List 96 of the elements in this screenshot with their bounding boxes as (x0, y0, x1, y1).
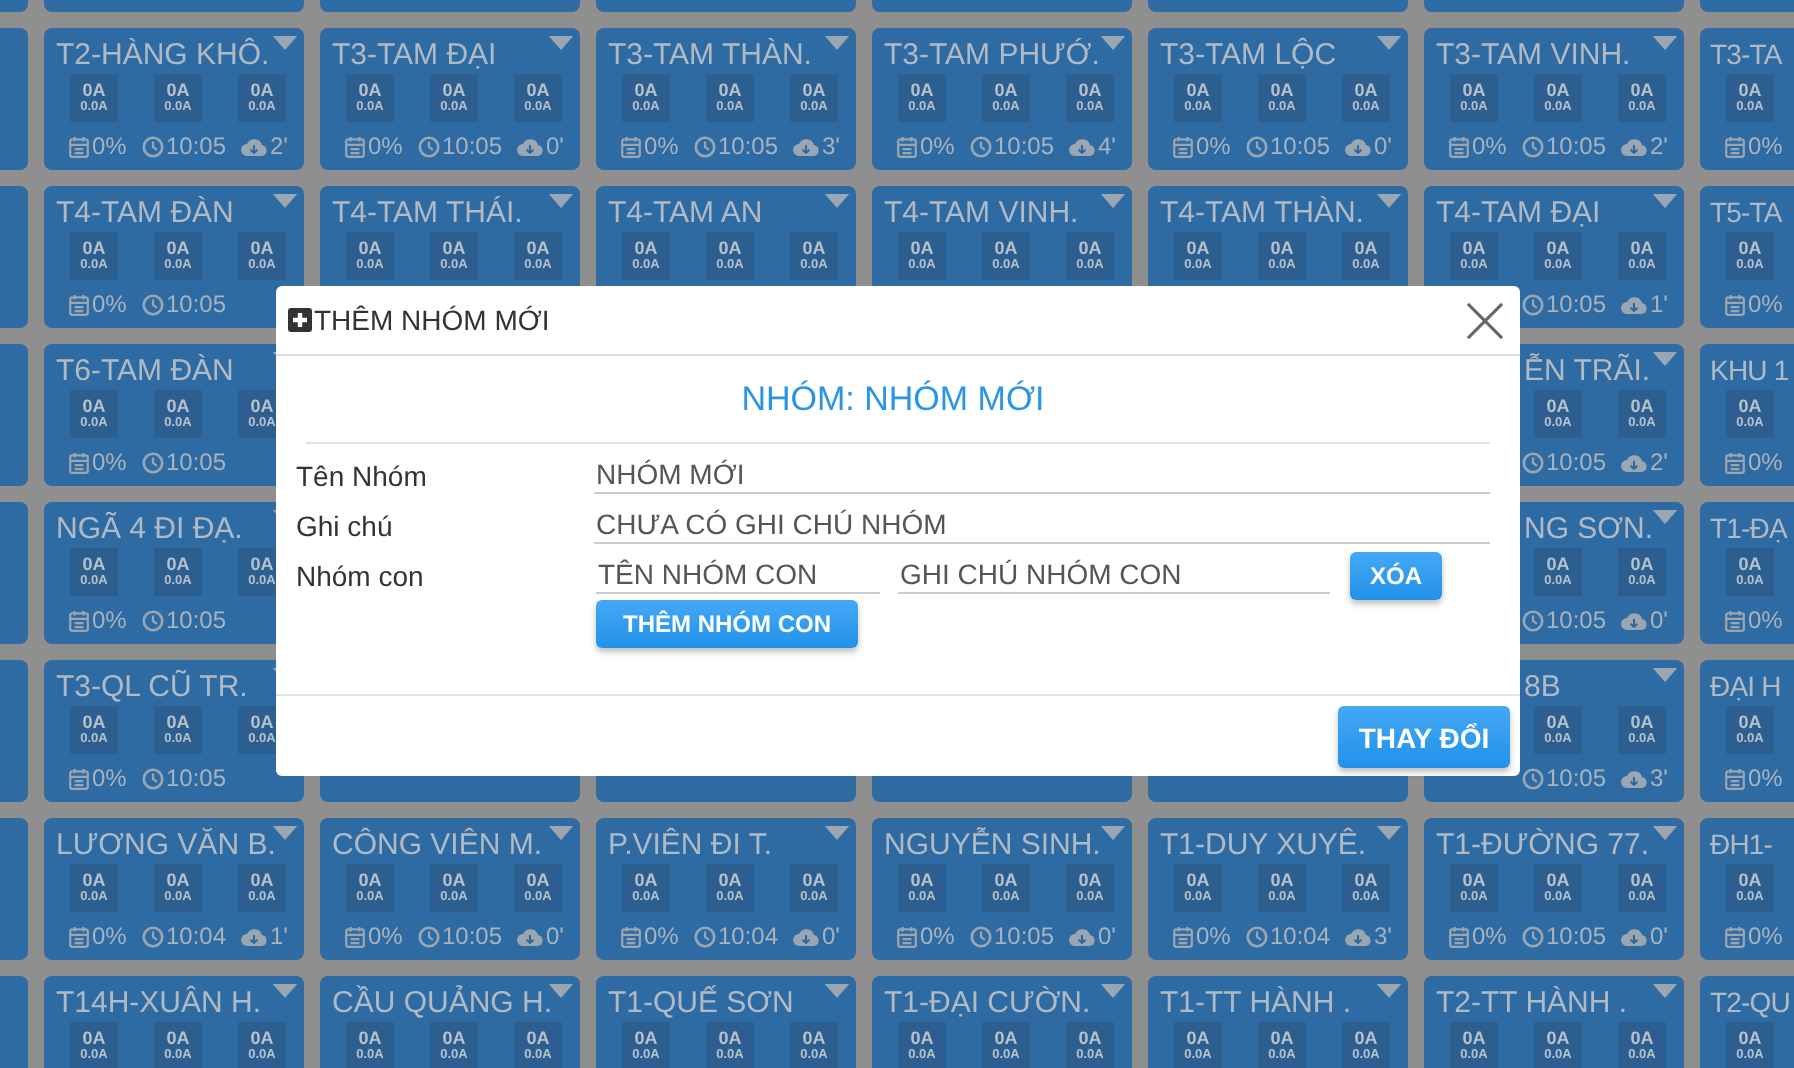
tile-title: NGUYỄN SINH. (882, 825, 1098, 862)
tile-title: T2-QU (1708, 984, 1793, 1020)
percent-text: 0% (1748, 764, 1783, 792)
tile-title: CÔNG VIÊN M. (330, 825, 545, 862)
percent-text: 0% (92, 606, 127, 634)
time-text: 10:05 (1546, 132, 1607, 160)
tile-title: 8B (1522, 668, 1563, 704)
percent-text: 0% (920, 922, 955, 950)
age-text: 0' (1650, 922, 1668, 950)
age-text: 3' (822, 132, 840, 160)
time-text: 10:05 (166, 290, 227, 318)
percent-text: 0% (1748, 606, 1783, 634)
tile-title: NG SƠN. (1522, 510, 1650, 546)
time-text: 10:05 (1546, 764, 1607, 792)
percent-text: 0% (368, 132, 403, 160)
tile-title: T4-TAM THÁI. (330, 194, 525, 230)
time-text: 10:05 (1546, 448, 1607, 476)
tile-title: T3-TAM PHƯỚ. (882, 36, 1098, 72)
percent-text: 0% (92, 764, 127, 792)
percent-text: 0% (1748, 290, 1783, 318)
time-text: 10:05 (166, 132, 227, 160)
time-text: 10:05 (718, 132, 779, 160)
tile-title: T3-TAM THÀN. (606, 36, 814, 72)
age-text: 2' (1650, 448, 1668, 476)
tile-title: NGÃ 4 ĐI ĐẠ. (54, 509, 245, 546)
tile-title: ĐẠI H (1708, 668, 1783, 704)
percent-text: 0% (368, 922, 403, 950)
time-text: 10:04 (1270, 922, 1331, 950)
tile-title: KHU 1 (1708, 352, 1791, 388)
age-text: 0' (1374, 132, 1392, 160)
time-text: 10:05 (1546, 922, 1607, 950)
tile-title: T3-TAM LỘC (1158, 35, 1339, 72)
time-text: 10:05 (166, 606, 227, 634)
time-text: 10:05 (166, 448, 227, 476)
age-text: 2' (1650, 132, 1668, 160)
group-heading: NHÓM: NHÓM MỚI (739, 380, 1047, 420)
tile-title: T5-TA (1708, 194, 1784, 230)
percent-text: 0% (644, 922, 679, 950)
tile-title: T1-ĐẠI CƯỜN. (882, 984, 1093, 1020)
time-text: 10:05 (442, 132, 503, 160)
age-text: 2' (270, 132, 288, 160)
age-text: 3' (1650, 764, 1668, 792)
tile-title: ĐH1- (1708, 826, 1775, 862)
tile-title: T6-TAM ĐÀN (54, 352, 236, 388)
time-text: 10:05 (1546, 290, 1607, 318)
tile-title: T1-QUẾ SƠN (606, 983, 796, 1020)
time-text: 10:05 (994, 132, 1055, 160)
time-text: 10:05 (166, 764, 227, 792)
time-text: 10:05 (442, 922, 503, 950)
percent-text: 0% (920, 132, 955, 160)
tile-title: T4-TAM ĐẠI (1434, 194, 1603, 230)
percent-text: 0% (1748, 448, 1783, 476)
percent-text: 0% (1748, 132, 1783, 160)
age-text: 1' (270, 922, 288, 950)
time-text: 10:05 (1270, 132, 1331, 160)
tile-title: LƯƠNG VĂN B. (54, 826, 270, 862)
time-text: 10:05 (994, 922, 1055, 950)
tile-title: T14H-XUÂN H. (54, 983, 264, 1020)
percent-text: 0% (1196, 922, 1231, 950)
age-text: 0' (546, 132, 564, 160)
tile-title: P.VIÊN ĐI T. (606, 825, 774, 862)
tile-title: T1-ĐẠ (1708, 510, 1790, 546)
tile-title: T2-HÀNG KHÔ. (54, 35, 270, 72)
percent-text: 0% (92, 132, 127, 160)
tile-title: T3-TAM VINH. (1434, 36, 1633, 72)
percent-text: 0% (644, 132, 679, 160)
tile-title: ỄN TRÃI. (1522, 351, 1650, 388)
percent-text: 0% (1472, 922, 1507, 950)
age-text: 4' (1098, 132, 1116, 160)
percent-text: 0% (1196, 132, 1231, 160)
time-text: 10:04 (718, 922, 779, 950)
percent-text: 0% (92, 448, 127, 476)
tile-title: T4-TAM VINH. (882, 194, 1081, 230)
percent-text: 0% (92, 290, 127, 318)
tile-title: T1-DUY XUYÊ. (1158, 825, 1369, 862)
tile-title: T4-TAM AN (606, 194, 765, 230)
age-text: 0' (1098, 922, 1116, 950)
age-text: 0' (1650, 606, 1668, 634)
age-text: 0' (822, 922, 840, 950)
percent-text: 0% (1748, 922, 1783, 950)
age-text: 0' (546, 922, 564, 950)
percent-text: 0% (92, 922, 127, 950)
age-text: 1' (1650, 290, 1668, 318)
time-text: 10:05 (1546, 606, 1607, 634)
tile-title: T3-QL CŨ TR. (54, 667, 250, 704)
tile-title: T3-TA (1708, 36, 1784, 72)
tile-title: T4-TAM THÀN. (1158, 194, 1366, 230)
time-text: 10:04 (166, 922, 227, 950)
tile-title: T4-TAM ĐÀN (54, 194, 236, 230)
tile-title: T1-TT HÀNH . (1158, 984, 1354, 1020)
tile-title: T1-ĐƯỜNG 77. (1434, 826, 1650, 862)
tile-title: CẦU QUẢNG H. (330, 983, 546, 1020)
tile-title: T3-TAM ĐẠI (330, 36, 499, 72)
age-text: 3' (1374, 922, 1392, 950)
tile-title: T2-TT HÀNH . (1434, 984, 1630, 1020)
percent-text: 0% (1472, 132, 1507, 160)
